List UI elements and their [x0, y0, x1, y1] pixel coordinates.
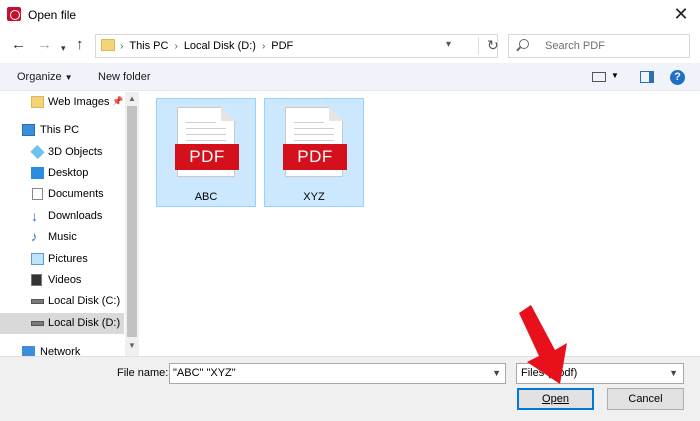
- command-bar: Organize ▼ New folder ▼ ?: [0, 63, 700, 91]
- nav-item-downloads[interactable]: ↓ Downloads: [0, 206, 124, 227]
- nav-item-label: Web Images: [48, 96, 110, 108]
- nav-item-label: Downloads: [48, 210, 103, 222]
- chevron-down-icon[interactable]: ▼: [492, 368, 501, 378]
- nav-item-3d-objects[interactable]: 3D Objects: [0, 142, 124, 163]
- scroll-down-icon[interactable]: ▼: [125, 341, 139, 350]
- organize-button[interactable]: Organize ▼: [17, 71, 73, 83]
- chevron-down-icon[interactable]: ▾: [446, 39, 451, 50]
- pdf-file-icon: PDF: [283, 107, 347, 177]
- nav-item-label: Local Disk (C:): [48, 295, 121, 307]
- nav-item-label: Network: [40, 346, 81, 356]
- app-icon: [7, 7, 21, 21]
- file-type-select[interactable]: Files (*.pdf) ▼: [516, 363, 684, 384]
- file-name-value: "ABC" "XYZ": [173, 367, 236, 379]
- address-bar[interactable]: › This PC › Local Disk (D:) › PDF ▾ ↻: [95, 34, 499, 58]
- search-icon: [519, 39, 529, 49]
- up-arrow-icon[interactable]: ↑: [76, 37, 84, 53]
- file-name-field[interactable]: "ABC" "XYZ" ▼: [169, 363, 506, 384]
- nav-item-label: Documents: [48, 188, 104, 200]
- breadcrumb-item[interactable]: PDF: [271, 40, 293, 52]
- nav-scrollbar[interactable]: ▲ ▼: [125, 92, 139, 356]
- file-name-label: XYZ: [303, 191, 325, 203]
- back-arrow-icon[interactable]: ←: [11, 37, 26, 53]
- open-button[interactable]: Open: [517, 388, 594, 410]
- nav-item-videos[interactable]: Videos: [0, 270, 124, 291]
- recent-locations-chevron-icon[interactable]: ▾: [61, 40, 66, 56]
- nav-item-label: This PC: [40, 124, 80, 136]
- chevron-down-icon[interactable]: ▼: [611, 71, 619, 80]
- title-bar: Open file ✕: [0, 0, 700, 29]
- new-folder-button[interactable]: New folder: [98, 71, 151, 83]
- nav-item-label: Desktop: [48, 167, 89, 179]
- nav-item-desktop[interactable]: Desktop: [0, 163, 124, 184]
- bottom-bar: File name: "ABC" "XYZ" ▼ Files (*.pdf) ▼…: [0, 356, 700, 421]
- chevron-down-icon: ▼: [64, 73, 73, 82]
- music-icon: ♪: [31, 229, 38, 244]
- nav-item-label: Videos: [48, 274, 82, 286]
- nav-item-label: Pictures: [48, 253, 88, 265]
- chevron-down-icon[interactable]: ▼: [669, 368, 678, 378]
- nav-item-local-disk-d[interactable]: Local Disk (D:): [0, 313, 124, 334]
- pdf-badge: PDF: [283, 144, 347, 170]
- file-tile-abc[interactable]: PDF ABC: [156, 98, 256, 207]
- close-icon[interactable]: ✕: [668, 3, 694, 25]
- cancel-button[interactable]: Cancel: [607, 388, 684, 410]
- file-name-label: File name:: [117, 367, 169, 379]
- nav-item-documents[interactable]: Documents: [0, 184, 124, 205]
- pdf-file-icon: PDF: [175, 107, 239, 177]
- computer-icon: [22, 124, 35, 136]
- view-options-icon[interactable]: [592, 72, 606, 82]
- document-icon: [32, 188, 43, 200]
- window-title: Open file: [28, 8, 77, 22]
- nav-item-network[interactable]: Network: [0, 342, 124, 356]
- forward-arrow-icon[interactable]: →: [37, 37, 52, 53]
- drive-icon: [31, 299, 44, 304]
- cube-icon: [30, 144, 45, 160]
- nav-item-label: 3D Objects: [48, 146, 103, 158]
- search-placeholder: Search PDF: [545, 40, 605, 52]
- video-icon: [31, 274, 42, 286]
- desktop-icon: [31, 167, 44, 179]
- help-icon[interactable]: ?: [670, 70, 685, 85]
- nav-item-web-images[interactable]: Web Images 📌: [0, 92, 124, 113]
- nav-item-this-pc[interactable]: This PC: [0, 120, 124, 141]
- file-tile-xyz[interactable]: PDF XYZ: [264, 98, 364, 207]
- nav-item-pictures[interactable]: Pictures: [0, 249, 124, 270]
- download-icon: ↓: [31, 208, 38, 224]
- picture-icon: [31, 253, 44, 265]
- pdf-badge: PDF: [175, 144, 239, 170]
- drive-icon: [31, 321, 44, 326]
- scroll-up-icon[interactable]: ▲: [125, 94, 139, 103]
- pin-icon: 📌: [112, 96, 124, 106]
- search-input[interactable]: Search PDF: [508, 34, 690, 58]
- preview-pane-icon[interactable]: [640, 71, 654, 83]
- folder-icon: [31, 96, 44, 108]
- nav-item-music[interactable]: ♪ Music: [0, 227, 124, 248]
- file-type-value: Files (*.pdf): [521, 367, 578, 379]
- navigation-pane: Web Images 📌 This PC 3D Objects Desktop …: [0, 92, 140, 356]
- scrollbar-thumb[interactable]: [127, 106, 137, 337]
- nav-item-label: Music: [48, 231, 77, 243]
- nav-item-local-disk-c[interactable]: Local Disk (C:): [0, 291, 124, 312]
- nav-item-label: Local Disk (D:): [48, 317, 121, 329]
- breadcrumb-item[interactable]: Local Disk (D:): [184, 40, 256, 52]
- file-list: PDF ABC PDF XYZ: [142, 92, 700, 356]
- refresh-icon[interactable]: ↻: [478, 37, 499, 55]
- breadcrumb-item[interactable]: This PC: [129, 40, 168, 52]
- breadcrumb: › This PC › Local Disk (D:) › PDF: [120, 40, 294, 52]
- folder-icon: [101, 39, 115, 51]
- file-name-label: ABC: [194, 191, 218, 203]
- address-row: ← → ▾ ↑ › This PC › Local Disk (D:) › PD…: [0, 29, 700, 63]
- network-icon: [22, 346, 35, 356]
